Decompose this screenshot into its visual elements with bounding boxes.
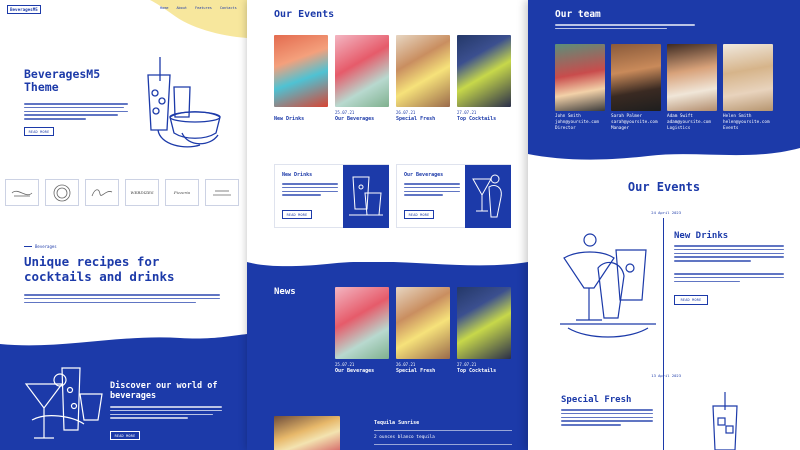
partner-logo-2 [45,179,79,206]
news-date-2: 26.07.21 [396,362,416,367]
nav-about[interactable]: About [176,6,187,10]
drinks-illustration [147,57,221,148]
events-title: Our Events [274,9,335,20]
recipe-photo [274,416,340,450]
discover-read-more-button[interactable]: READ MORE [110,431,140,440]
event1-date: 24 April 2023 [651,210,681,215]
event2-date: 13 April 2023 [651,373,681,378]
event1-read-more-button[interactable]: READ MORE [674,295,708,305]
team-member-adam: Adam Swift adam@yoursite.com Logistics [667,114,711,131]
showcase: BeveragesM5 Home About Features Contacts… [0,0,800,450]
news-title-2[interactable]: Special Fresh [396,368,435,374]
discover-text [110,406,222,419]
script-logo-icon [91,188,113,196]
badge-icon [53,184,71,201]
news-title-1[interactable]: Our Beverages [335,368,374,374]
event-date-3: 26.07.21 [396,110,416,115]
card-title: Our Beverages [404,172,444,178]
event-title-2[interactable]: Our Beverages [335,116,374,122]
recipe-divider [374,430,512,431]
card-new-drinks: New Drinks READ MORE [274,164,389,228]
discover-title: Discover our world of beverages [110,381,218,401]
event1-text-2 [674,273,784,283]
event-photo-our-beverages[interactable] [335,35,389,107]
team-photo-sarah [611,44,661,111]
news-date-3: 27.07.21 [457,362,477,367]
card-read-more-button[interactable]: READ MORE [404,210,434,219]
event2-title[interactable]: Special Fresh [561,395,631,405]
event-photo-special-fresh[interactable] [396,35,450,107]
hero-text [24,103,128,120]
team-member-john: John Smith john@yoursite.com Director [555,114,599,131]
panel-landing: BeveragesM5 Home About Features Contacts… [0,0,247,450]
recipe-ingredient: 2 ounces blanco tequila [374,435,435,440]
card-title: New Drinks [282,172,313,178]
fresh-drink-illustration [712,392,738,450]
event-photo-top-cocktails[interactable] [457,35,511,107]
partner-logo-4: WEBDIZES [125,179,159,206]
card-read-more-button[interactable]: READ MORE [282,210,312,219]
nav-contacts[interactable]: Contacts [220,6,237,10]
cocktail-glasses-illustration [24,367,103,439]
cocktail-icon [349,176,383,216]
partner-logo-3 [85,179,119,206]
card-text [404,183,460,196]
team-photo-helen [723,44,773,111]
section-kicker: Beverages [24,244,57,249]
section-title: Unique recipes for cocktails and drinks [24,254,175,284]
event1-title[interactable]: New Drinks [674,231,728,241]
events-wave [247,252,528,267]
cocktail-set-illustration [560,233,656,338]
event-title-4[interactable]: Top Cocktails [457,116,496,122]
hero-title: BeveragesM5 Theme [24,67,101,94]
timeline-line [663,218,664,450]
nav-home[interactable]: Home [160,6,168,10]
event-date-2: 25.07.21 [335,110,355,115]
event1-text [674,245,784,262]
event-photo-new-drinks[interactable] [274,35,328,107]
card-illustration [343,165,389,228]
card-illustration [465,165,511,228]
news-date-1: 25.07.21 [335,362,355,367]
nav-features[interactable]: Features [195,6,212,10]
hero-read-more-button[interactable]: READ MORE [24,127,54,136]
panel-events-news: Our Events 25.07.21 26.07.21 27.07.21 Ne… [247,0,528,450]
recipe-divider [374,444,512,445]
section-text [24,294,220,304]
brand-logo[interactable]: BeveragesM5 [7,5,41,14]
card-our-beverages: Our Beverages READ MORE [396,164,511,228]
wine-glass-icon [472,174,502,218]
recipe-title: Tequila Sunrise [374,420,420,426]
news-photo-top-cocktails[interactable] [457,287,511,359]
top-nav: Home About Features Contacts [160,6,237,10]
event-title-1[interactable]: New Drinks [274,116,304,122]
partner-logo-6 [205,179,239,206]
panel-team-events: Our team John Smith john@yoursite.com Dire… [528,0,800,450]
card-text [282,183,338,196]
team-intro [555,24,695,30]
news-title-3[interactable]: Top Cocktails [457,368,496,374]
team-photo-adam [667,44,717,111]
ornament-icon [11,190,33,196]
news-photo-special-fresh[interactable] [396,287,450,359]
event-title-3[interactable]: Special Fresh [396,116,435,122]
news-title: News [274,287,296,297]
partner-logo-5: Pizzeria [165,179,199,206]
event-date-4: 27.07.21 [457,110,477,115]
wordmark-icon [213,190,231,195]
team-photo-john [555,44,605,111]
team-member-sarah: Sarah Palmer sarah@yoursite.com Manager [611,114,658,131]
events-title: Our Events [627,180,701,194]
event2-text [561,409,653,426]
team-title: Our team [555,9,601,20]
news-photo-our-beverages[interactable] [335,287,389,359]
team-member-helen: Helen Smith helen@yoursite.com Events [723,114,770,131]
partner-logo-1 [5,179,39,206]
